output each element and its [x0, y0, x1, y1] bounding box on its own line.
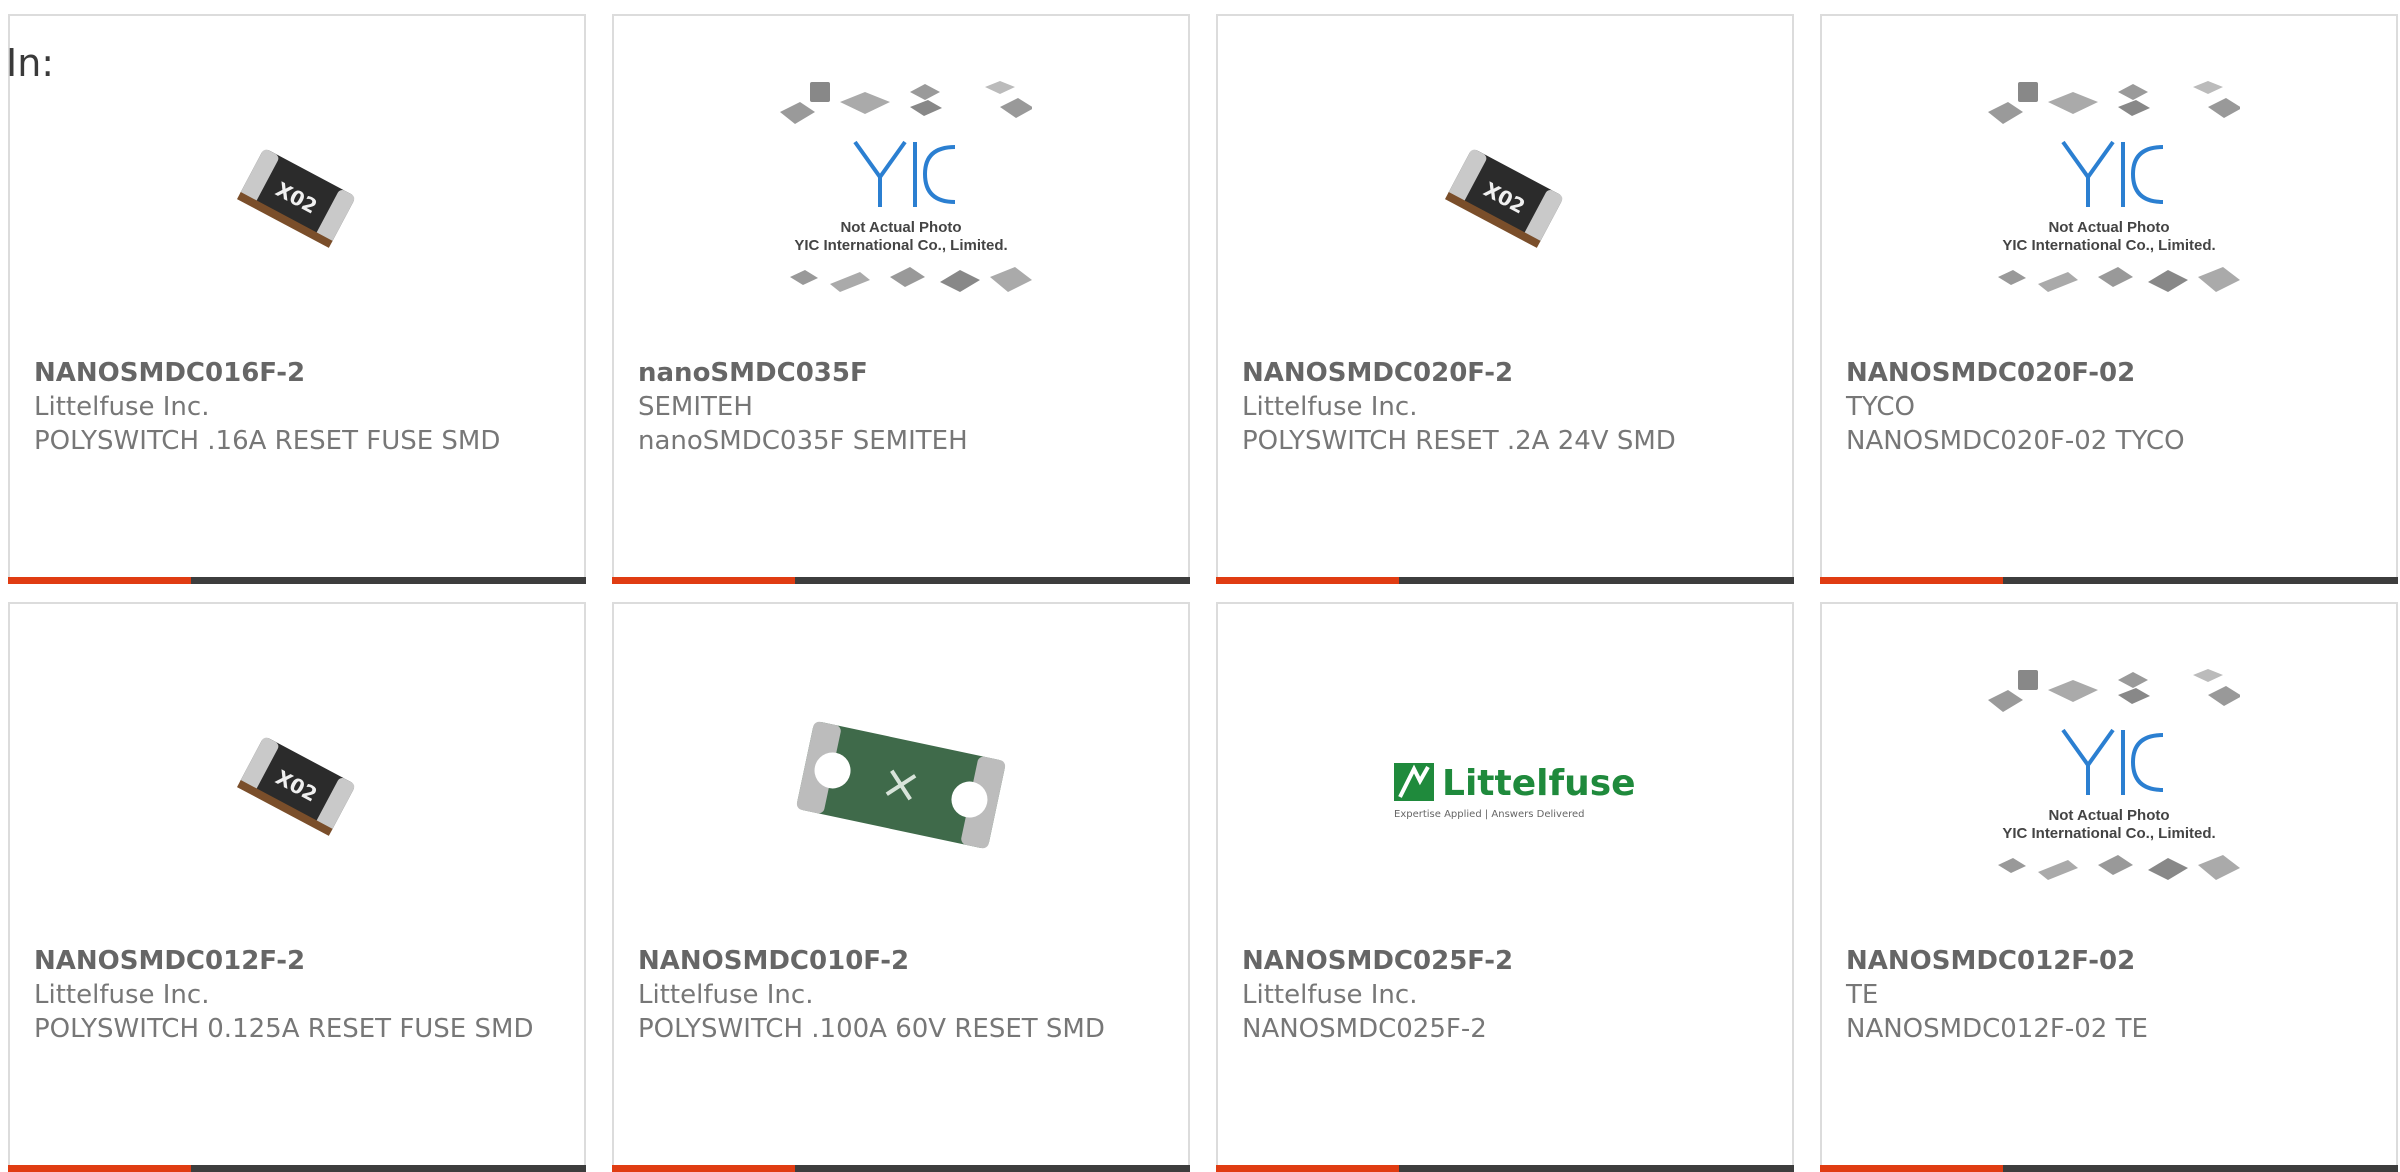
- product-image: Not Actual Photo YIC International Co., …: [1978, 72, 2240, 322]
- card-bottom-bar: [8, 577, 586, 584]
- product-card[interactable]: Not Actual Photo YIC International Co., …: [1820, 602, 2398, 1172]
- card-bottom-bar: [1216, 577, 1794, 584]
- product-image: X02: [1374, 72, 1636, 322]
- part-number[interactable]: nanoSMDC035F: [638, 356, 1168, 390]
- product-card[interactable]: X02 NANOSMDC020F-2 Littelfuse Inc. POLYS…: [1216, 14, 1794, 584]
- yic-placeholder-icon: Not Actual Photo YIC International Co., …: [1988, 81, 2240, 292]
- manufacturer: TYCO: [1846, 392, 1915, 422]
- card-bottom-bar: [1216, 1165, 1794, 1172]
- in-label: In:: [6, 41, 55, 85]
- product-image: X02: [166, 72, 428, 322]
- description: POLYSWITCH 0.125A RESET FUSE SMD: [34, 1014, 534, 1044]
- svg-text:Not Actual Photo: Not Actual Photo: [2048, 807, 2169, 824]
- product-card[interactable]: X02 NANOSMDC012F-2 Littelfuse Inc. POLYS…: [8, 602, 586, 1172]
- description: POLYSWITCH .100A 60V RESET SMD: [638, 1014, 1105, 1044]
- manufacturer: Littelfuse Inc.: [1242, 392, 1418, 422]
- manufacturer: TE: [1846, 980, 1879, 1010]
- yic-placeholder-icon: Not Actual Photo YIC International Co., …: [1988, 669, 2240, 880]
- product-grid: X02 NANOSMDC016F-2 Littelfuse Inc. POLYS…: [8, 14, 2400, 1172]
- product-image: Not Actual Photo YIC International Co., …: [1978, 660, 2240, 910]
- svg-text:YIC International Co., Limited: YIC International Co., Limited.: [2002, 825, 2215, 842]
- product-image: Not Actual Photo YIC International Co., …: [770, 72, 1032, 322]
- part-number[interactable]: NANOSMDC025F-2: [1242, 944, 1772, 978]
- svg-text:Expertise Applied | Answers De: Expertise Applied | Answers Delivered: [1394, 809, 1585, 820]
- manufacturer: SEMITEH: [638, 392, 753, 422]
- svg-text:Not Actual Photo: Not Actual Photo: [2048, 219, 2169, 236]
- card-bottom-bar: [612, 1165, 1190, 1172]
- product-image: X02: [166, 660, 428, 910]
- part-number[interactable]: NANOSMDC012F-2: [34, 944, 564, 978]
- manufacturer: Littelfuse Inc.: [1242, 980, 1418, 1010]
- part-number[interactable]: NANOSMDC012F-02: [1846, 944, 2376, 978]
- description: NANOSMDC012F-02 TE: [1846, 1014, 2148, 1044]
- svg-text:Not Actual Photo: Not Actual Photo: [840, 219, 961, 236]
- green-fuse-icon: [796, 721, 1006, 849]
- manufacturer: Littelfuse Inc.: [34, 980, 210, 1010]
- svg-text:YIC International Co., Limited: YIC International Co., Limited.: [794, 237, 1007, 254]
- chip-fuse-icon: X02: [237, 149, 355, 248]
- chip-fuse-icon: X02: [237, 737, 355, 836]
- svg-text:YIC International Co., Limited: YIC International Co., Limited.: [2002, 237, 2215, 254]
- manufacturer: Littelfuse Inc.: [638, 980, 814, 1010]
- description: NANOSMDC025F-2: [1242, 1014, 1487, 1044]
- description: POLYSWITCH .16A RESET FUSE SMD: [34, 426, 501, 456]
- littelfuse-logo-icon: Littelfuse Expertise Applied | Answers D…: [1394, 763, 1636, 820]
- product-card[interactable]: Not Actual Photo YIC International Co., …: [1820, 14, 2398, 584]
- product-image: [770, 660, 1032, 910]
- product-image: Littelfuse Expertise Applied | Answers D…: [1374, 660, 1636, 910]
- yic-placeholder-icon: Not Actual Photo YIC International Co., …: [780, 81, 1032, 292]
- product-card[interactable]: X02 NANOSMDC016F-2 Littelfuse Inc. POLYS…: [8, 14, 586, 584]
- description: nanoSMDC035F SEMITEH: [638, 426, 968, 456]
- card-bottom-bar: [612, 577, 1190, 584]
- chip-fuse-icon: X02: [1445, 149, 1563, 248]
- manufacturer: Littelfuse Inc.: [34, 392, 210, 422]
- svg-text:Littelfuse: Littelfuse: [1442, 763, 1636, 804]
- description: POLYSWITCH RESET .2A 24V SMD: [1242, 426, 1676, 456]
- part-number[interactable]: NANOSMDC016F-2: [34, 356, 564, 390]
- card-bottom-bar: [1820, 577, 2398, 584]
- part-number[interactable]: NANOSMDC020F-02: [1846, 356, 2376, 390]
- product-card[interactable]: NANOSMDC010F-2 Littelfuse Inc. POLYSWITC…: [612, 602, 1190, 1172]
- card-bottom-bar: [8, 1165, 586, 1172]
- product-card[interactable]: Littelfuse Expertise Applied | Answers D…: [1216, 602, 1794, 1172]
- part-number[interactable]: NANOSMDC010F-2: [638, 944, 1168, 978]
- product-card[interactable]: Not Actual Photo YIC International Co., …: [612, 14, 1190, 584]
- card-bottom-bar: [1820, 1165, 2398, 1172]
- description: NANOSMDC020F-02 TYCO: [1846, 426, 2185, 456]
- part-number[interactable]: NANOSMDC020F-2: [1242, 356, 1772, 390]
